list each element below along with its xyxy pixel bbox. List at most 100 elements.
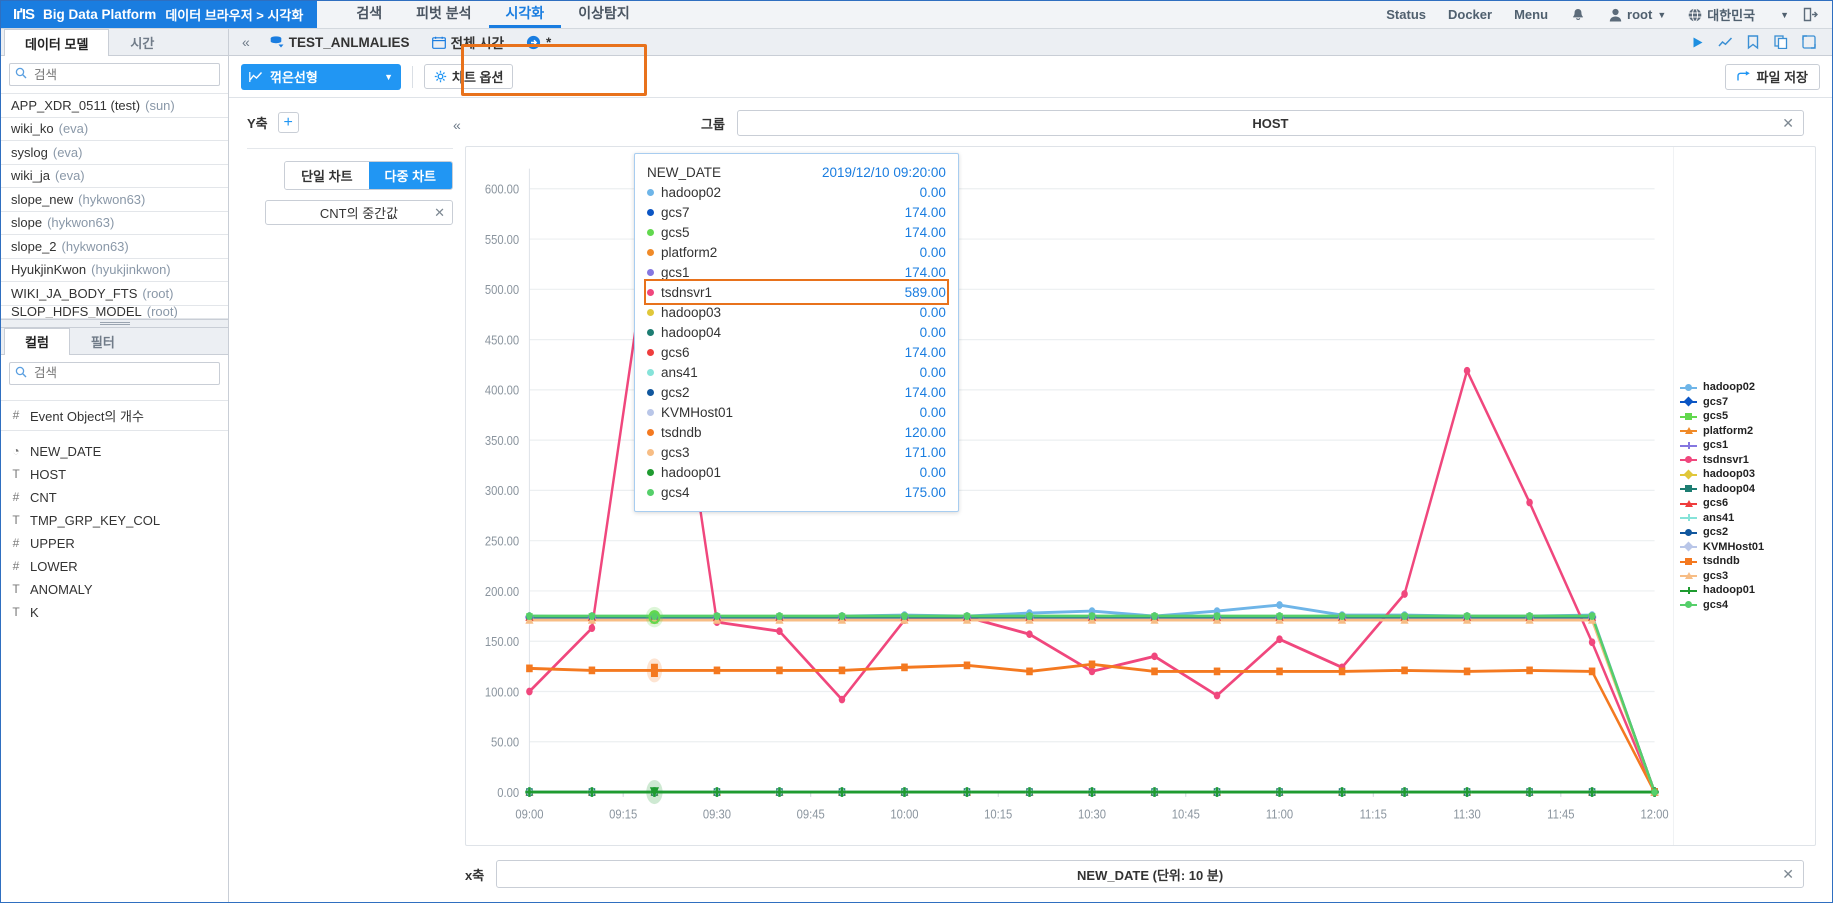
chart-options-button[interactable]: 차트 옵션 bbox=[424, 64, 514, 89]
legend-label: hadoop03 bbox=[1703, 468, 1755, 481]
model-name: SLOP_HDFS_MODEL bbox=[11, 305, 142, 319]
tooltip-series-name: platform2 bbox=[647, 245, 822, 260]
text-type-icon: T bbox=[12, 605, 20, 619]
legend-label: gcs7 bbox=[1703, 395, 1729, 408]
list-item[interactable]: wiki_ja (eva) bbox=[1, 165, 228, 188]
list-item[interactable]: T ANOMALY bbox=[1, 578, 228, 601]
chart-type-select[interactable]: 꺾은선형 ▼ bbox=[241, 63, 401, 90]
user-menu[interactable]: root ▼ bbox=[1598, 7, 1677, 22]
svg-text:300.00: 300.00 bbox=[485, 483, 520, 498]
close-icon[interactable]: ✕ bbox=[1782, 115, 1794, 132]
series-color-dot bbox=[647, 348, 654, 356]
single-chart-option[interactable]: 단일 차트 bbox=[285, 162, 369, 189]
model-search-input[interactable] bbox=[9, 63, 220, 86]
multi-chart-option[interactable]: 다중 차트 bbox=[368, 162, 452, 189]
legend-item[interactable]: tsdndb bbox=[1680, 554, 1815, 569]
legend-item[interactable]: gcs4 bbox=[1680, 598, 1815, 613]
list-item[interactable]: ◔ NEW_DATE bbox=[1, 440, 228, 463]
list-item[interactable]: SLOP_HDFS_MODEL (root) bbox=[1, 306, 228, 319]
time-range[interactable]: 전체 시간 bbox=[421, 32, 515, 52]
legend-item[interactable]: hadoop01 bbox=[1680, 583, 1815, 598]
x-axis-field[interactable]: NEW_DATE (단위: 10 분) ✕ bbox=[496, 860, 1804, 888]
close-icon[interactable]: ✕ bbox=[1782, 866, 1794, 883]
panel-resize-handle[interactable] bbox=[1, 318, 228, 328]
legend-item[interactable]: platform2 bbox=[1680, 424, 1815, 439]
list-item[interactable]: slope (hykwon63) bbox=[1, 212, 228, 235]
column-search-input[interactable] bbox=[9, 361, 220, 385]
list-item[interactable]: # LOWER bbox=[1, 555, 228, 578]
menu-link[interactable]: Menu bbox=[1503, 7, 1559, 22]
locale-menu[interactable]: 대한민국 bbox=[1677, 5, 1766, 24]
plot-canvas[interactable]: 0.00 50.00 100.00 150.00 200.00 250.00 300.00 3… bbox=[466, 147, 1673, 845]
model-search bbox=[9, 63, 220, 86]
chart-button[interactable] bbox=[1712, 31, 1738, 53]
legend-item[interactable]: hadoop02 bbox=[1680, 380, 1815, 395]
list-item[interactable]: slope_2 (hykwon63) bbox=[1, 235, 228, 259]
list-item[interactable]: # Event Object의 개수 bbox=[1, 401, 228, 431]
tooltip-series-value: 174.00 bbox=[904, 384, 946, 400]
docker-link[interactable]: Docker bbox=[1437, 7, 1503, 22]
run-query[interactable]: * bbox=[515, 35, 562, 50]
legend-item[interactable]: gcs5 bbox=[1680, 409, 1815, 424]
column-label: CNT bbox=[30, 489, 57, 505]
collapse-y-panel-icon[interactable]: « bbox=[453, 117, 461, 133]
text-type-icon: T bbox=[12, 582, 20, 596]
selected-model[interactable]: TEST_ANLMALIES bbox=[259, 35, 421, 50]
share-button[interactable] bbox=[1796, 31, 1822, 53]
legend-item[interactable]: gcs6 bbox=[1680, 496, 1815, 511]
legend-label: hadoop04 bbox=[1703, 482, 1755, 495]
modified-asterisk: * bbox=[546, 34, 552, 50]
legend-item[interactable]: gcs1 bbox=[1680, 438, 1815, 453]
model-owner: (hykwon63) bbox=[61, 238, 129, 254]
group-field[interactable]: HOST ✕ bbox=[736, 110, 1804, 136]
add-y-measure-button[interactable]: + bbox=[277, 112, 299, 133]
legend-item[interactable]: gcs3 bbox=[1680, 569, 1815, 584]
tab-data-model[interactable]: 데이터 모델 bbox=[4, 29, 110, 56]
tab-filters[interactable]: 필터 bbox=[70, 328, 136, 354]
y-measure-chip[interactable]: CNT의 중간값 ✕ bbox=[265, 200, 453, 225]
list-item[interactable]: WIKI_JA_BODY_FTS (root) bbox=[1, 282, 228, 306]
tooltip-series-name: hadoop01 bbox=[647, 465, 822, 480]
text-type-icon: T bbox=[12, 467, 20, 481]
tooltip-series-name: gcs2 bbox=[647, 385, 822, 400]
list-item[interactable]: wiki_ko (eva) bbox=[1, 118, 228, 141]
nav-visualization[interactable]: 시각화 bbox=[488, 1, 562, 28]
legend-item[interactable]: hadoop03 bbox=[1680, 467, 1815, 482]
list-item[interactable]: slope_new (hykwon63) bbox=[1, 188, 228, 212]
nav-pivot[interactable]: 피벗 분석 bbox=[399, 1, 488, 28]
list-item[interactable]: T HOST bbox=[1, 463, 228, 486]
list-item[interactable]: T TMP_GRP_KEY_COL bbox=[1, 509, 228, 532]
legend-item[interactable]: tsdnsvr1 bbox=[1680, 453, 1815, 468]
tab-columns[interactable]: 컬럼 bbox=[4, 327, 70, 355]
legend-item[interactable]: gcs7 bbox=[1680, 395, 1815, 410]
legend-item[interactable]: hadoop04 bbox=[1680, 482, 1815, 497]
collapse-left-icon[interactable]: « bbox=[233, 34, 259, 50]
copy-button[interactable] bbox=[1768, 31, 1794, 53]
legend-marker bbox=[1680, 412, 1697, 421]
tooltip-row: KVMHost01 0.00 bbox=[647, 402, 946, 422]
nav-search[interactable]: 검색 bbox=[339, 1, 399, 28]
bell-icon[interactable] bbox=[1559, 7, 1598, 23]
model-owner: (hykwon63) bbox=[78, 191, 146, 207]
list-item[interactable]: # UPPER bbox=[1, 532, 228, 555]
run-button[interactable] bbox=[1684, 31, 1710, 53]
list-item[interactable]: TK bbox=[1, 601, 228, 624]
chevron-down-icon[interactable]: ▼ bbox=[1766, 10, 1803, 20]
close-icon[interactable]: ✕ bbox=[434, 205, 445, 221]
legend-item[interactable]: gcs2 bbox=[1680, 525, 1815, 540]
list-item[interactable]: # CNT bbox=[1, 486, 228, 509]
legend-marker bbox=[1680, 469, 1697, 480]
nav-anomaly[interactable]: 이상탐지 bbox=[561, 1, 647, 28]
list-item[interactable]: syslog (eva) bbox=[1, 141, 228, 165]
tab-time[interactable]: 시간 bbox=[109, 29, 175, 55]
save-file-button[interactable]: 파일 저장 bbox=[1724, 63, 1820, 90]
bookmark-button[interactable] bbox=[1740, 31, 1766, 53]
logout-icon[interactable] bbox=[1803, 7, 1824, 22]
status-link[interactable]: Status bbox=[1375, 7, 1437, 22]
grip-icon bbox=[99, 321, 130, 325]
list-item[interactable]: APP_XDR_0511 (test) (sun) bbox=[1, 94, 228, 118]
list-item[interactable]: HyukjinKwon (hyukjinkwon) bbox=[1, 259, 228, 282]
svg-text:11:45: 11:45 bbox=[1547, 807, 1574, 822]
legend-item[interactable]: ans41 bbox=[1680, 511, 1815, 526]
legend-item[interactable]: KVMHost01 bbox=[1680, 540, 1815, 555]
